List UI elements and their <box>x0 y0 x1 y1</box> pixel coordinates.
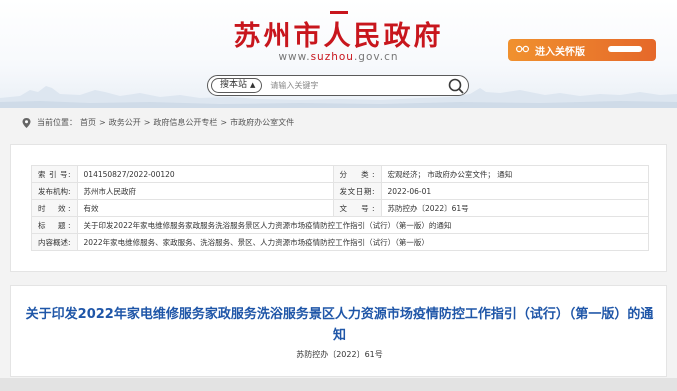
location-pin-icon <box>22 117 31 128</box>
document-info-card: 索 引 号: 014150827/2022-00120 分 类: 宏观经济； 市… <box>10 144 667 272</box>
document-body-card: 关于印发2022年家电维修服务家政服务洗浴服务景区人力资源市场疫情防控工作指引（… <box>10 285 667 377</box>
index-label: 索 引 号: <box>31 165 78 183</box>
doc-number-label: 文 号: <box>332 199 382 217</box>
search-scope-label: 搜本站 <box>220 80 248 90</box>
breadcrumb-info-disclosure[interactable]: 政府信息公开专栏 <box>153 117 217 128</box>
search-bar: 搜本站 ▲ 请输入关键字 <box>207 75 469 96</box>
breadcrumb-separator: > <box>99 118 106 127</box>
title-value: 关于印发2022年家电维修服务家政服务洗浴服务景区人力资源市场疫情防控工作指引（… <box>76 216 650 234</box>
care-mode-label: 进入关怀版 <box>535 46 585 58</box>
summary-value: 2022年家电维修服务、家政服务、洗浴服务、景区、人力资源市场疫情防控工作指引（… <box>76 233 650 251</box>
breadcrumb-home[interactable]: 首页 <box>80 117 96 128</box>
category-value: 宏观经济； 市政府办公室文件； 通知 <box>380 165 650 183</box>
issue-date-value: 2022-06-01 <box>380 182 650 200</box>
validity-label: 时 效: <box>31 199 78 217</box>
breadcrumb: 当前位置： 首页 > 政务公开 > 政府信息公开专栏 > 市政府办公室文件 <box>22 117 294 128</box>
table-row: 发布机构: 苏州市人民政府 发文日期: 2022-06-01 <box>31 182 650 200</box>
search-scope-select[interactable]: 搜本站 ▲ <box>211 78 263 93</box>
site-header: 苏州市人民政府 www.suzhou.gov.cn 进入关怀版 搜本站 ▲ 请输… <box>0 0 677 108</box>
issue-date-label: 发文日期: <box>332 182 382 200</box>
footer-strip <box>0 378 677 391</box>
breadcrumb-gov-affairs[interactable]: 政务公开 <box>109 117 141 128</box>
search-input[interactable]: 请输入关键字 <box>270 80 447 91</box>
care-mode-decoration <box>608 46 642 52</box>
publisher-label: 发布机构: <box>31 182 78 200</box>
category-label: 分 类: <box>332 165 382 183</box>
publisher-value: 苏州市人民政府 <box>76 182 334 200</box>
breadcrumb-separator: > <box>143 118 151 127</box>
breadcrumb-separator: > <box>220 118 228 127</box>
doc-number-value: 苏防控办〔2022〕61号 <box>380 199 650 217</box>
table-row: 标 题: 关于印发2022年家电维修服务家政服务洗浴服务景区人力资源市场疫情防控… <box>31 216 650 234</box>
breadcrumb-prefix: 当前位置： <box>37 118 77 127</box>
glasses-icon <box>516 44 530 56</box>
table-row: 内容概述: 2022年家电维修服务、家政服务、洗浴服务、景区、人力资源市场疫情防… <box>31 233 650 251</box>
caret-up-icon: ▲ <box>250 81 256 89</box>
summary-label: 内容概述: <box>31 233 78 251</box>
title-label: 标 题: <box>31 216 78 234</box>
index-value: 014150827/2022-00120 <box>76 165 334 183</box>
document-info-table: 索 引 号: 014150827/2022-00120 分 类: 宏观经济； 市… <box>31 165 650 251</box>
breadcrumb-current[interactable]: 市政府办公室文件 <box>230 117 294 128</box>
table-row: 时 效: 有效 文 号: 苏防控办〔2022〕61号 <box>31 199 650 217</box>
validity-value: 有效 <box>76 199 334 217</box>
document-number: 苏防控办〔2022〕61号 <box>296 350 383 359</box>
search-icon[interactable] <box>447 77 465 95</box>
document-title: 关于印发2022年家电维修服务家政服务洗浴服务景区人力资源市场疫情防控工作指引（… <box>25 307 654 343</box>
table-row: 索 引 号: 014150827/2022-00120 分 类: 宏观经济； 市… <box>31 165 650 183</box>
care-mode-button[interactable]: 进入关怀版 <box>508 39 656 61</box>
